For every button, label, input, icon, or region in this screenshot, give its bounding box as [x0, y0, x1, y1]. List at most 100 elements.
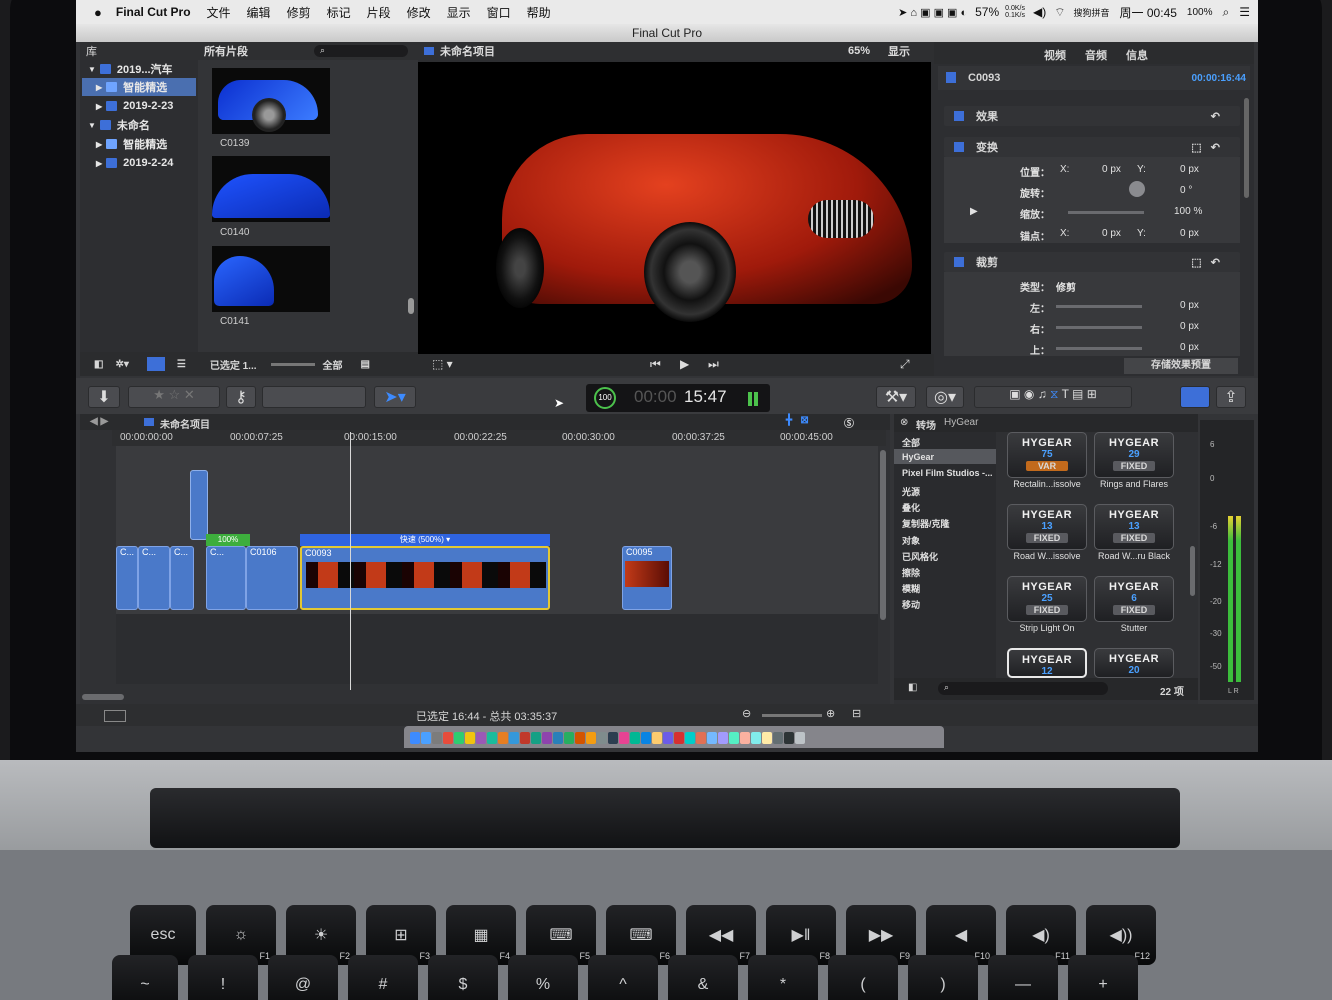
event-item[interactable]: ▶ 2019-2-23 — [96, 97, 173, 115]
tab-info[interactable]: 信息 — [1126, 47, 1148, 63]
app-icon[interactable] — [641, 732, 651, 744]
app-icon[interactable] — [542, 732, 552, 744]
app-icon[interactable] — [487, 732, 497, 744]
edit-buttons[interactable] — [262, 386, 366, 408]
thumb-size-slider[interactable] — [270, 362, 315, 366]
crop-group[interactable]: 裁剪 ⬚ ↶ — [944, 252, 1240, 272]
crop-left-slider[interactable] — [1056, 305, 1142, 308]
key-7[interactable]: & — [668, 955, 738, 1000]
wifi-icon[interactable]: ⌔ — [1054, 5, 1065, 20]
app-icon[interactable] — [465, 732, 475, 744]
viewer-canvas[interactable] — [418, 62, 931, 354]
battery-percent[interactable]: 57% — [975, 5, 999, 19]
share-button[interactable]: ⇪ — [1216, 386, 1246, 408]
transform-onscreen-icon[interactable]: ⬚ ↶ — [1191, 141, 1220, 154]
finder-icon[interactable] — [410, 732, 420, 744]
app-icon[interactable] — [773, 732, 783, 744]
category-blurs[interactable]: 模糊 — [902, 582, 920, 595]
clock[interactable]: 周一 00:45 — [1120, 4, 1177, 21]
trash-icon[interactable] — [795, 732, 805, 744]
category-hygear[interactable]: HyGear — [902, 452, 934, 462]
play-button[interactable]: ▶ — [680, 357, 689, 371]
key-9[interactable]: ( — [828, 955, 898, 1000]
effects-group[interactable]: 效果 ↶ — [944, 106, 1240, 126]
category-wipes[interactable]: 擦除 — [902, 566, 920, 579]
rotation-field[interactable]: 0 ° — [1180, 185, 1192, 196]
timeline-scrollbar[interactable] — [82, 694, 124, 700]
speed-bar[interactable]: 快速 (500%) ▾ — [300, 534, 550, 546]
app-icon[interactable] — [619, 732, 629, 744]
crop-type-dropdown[interactable]: 修剪 — [1056, 279, 1076, 294]
filter-all-dropdown[interactable]: 全部 — [323, 357, 343, 372]
scale-slider[interactable] — [1068, 211, 1144, 214]
filmstrip-view-button[interactable] — [146, 357, 165, 371]
app-icon[interactable] — [575, 732, 585, 744]
select-tool-button[interactable]: ➤▾ — [374, 386, 416, 408]
position-y-field[interactable]: 0 px — [1180, 164, 1199, 175]
viewer-crop-menu[interactable]: ⬚ ▾ — [432, 357, 453, 371]
app-icon[interactable] — [674, 732, 684, 744]
app-menu[interactable]: Final Cut Pro — [116, 5, 191, 19]
app-icon[interactable] — [597, 732, 607, 744]
key-2[interactable]: @ — [268, 955, 338, 1000]
menu-help[interactable]: 帮助 — [527, 4, 551, 21]
clip-thumbnail[interactable] — [212, 246, 330, 312]
scale-disclosure-icon[interactable]: ▶ — [970, 206, 978, 217]
browser-scrollbar[interactable] — [408, 298, 414, 314]
app-icon[interactable] — [476, 732, 486, 744]
app-icon[interactable] — [696, 732, 706, 744]
clip-thumbnail[interactable] — [212, 156, 330, 222]
timeline-clip[interactable]: C0095 — [622, 546, 672, 610]
clip-filter-dropdown[interactable]: 所有片段 — [204, 43, 314, 59]
transition-tile[interactable]: HYGEAR 13 FIXED — [1094, 504, 1174, 550]
tab-video[interactable]: 视频 — [1044, 47, 1066, 63]
timeline-zoom-slider[interactable] — [762, 714, 822, 717]
key-1[interactable]: ! — [188, 955, 258, 1000]
app-icon[interactable] — [751, 732, 761, 744]
rotation-knob[interactable] — [1129, 181, 1145, 197]
category-movements[interactable]: 移动 — [902, 598, 920, 611]
playhead[interactable] — [350, 432, 351, 690]
event-item[interactable]: ▶ 2019-2-24 — [96, 154, 173, 172]
crop-top-slider[interactable] — [1056, 347, 1142, 350]
keyword-button[interactable]: ⚷ — [226, 386, 256, 408]
transition-tile-selected[interactable]: HYGEAR 12 — [1007, 648, 1087, 678]
app-icon[interactable] — [762, 732, 772, 744]
app-icon[interactable] — [729, 732, 739, 744]
media-browser-buttons[interactable]: ▣ ◉ ♫ ⧖ T ▤ ⊞ — [974, 386, 1132, 408]
transition-tile[interactable]: HYGEAR 25 FIXED — [1007, 576, 1087, 622]
audio-track[interactable] — [116, 614, 878, 684]
app-icon[interactable] — [498, 732, 508, 744]
import-button[interactable]: ⬇ — [88, 386, 120, 408]
transition-tile[interactable]: HYGEAR 75 VAR — [1007, 432, 1087, 478]
sidebar-toggle-icon[interactable]: ◧ — [908, 682, 917, 693]
menu-clip[interactable]: 片段 — [367, 4, 391, 21]
solo-icon[interactable]: Ⓢ — [844, 415, 854, 430]
app-icon[interactable] — [531, 732, 541, 744]
transition-tile[interactable]: HYGEAR 13 FIXED — [1007, 504, 1087, 550]
spotlight-icon[interactable]: ⌕ — [1223, 5, 1230, 20]
category-lights[interactable]: 光源 — [902, 485, 920, 498]
transition-tile[interactable]: HYGEAR 20 — [1094, 648, 1174, 678]
zoom-out-icon[interactable]: ⊖ — [742, 707, 751, 720]
key-3[interactable]: # — [348, 955, 418, 1000]
timeline-clip[interactable]: C... — [138, 546, 170, 610]
inspector-scrollbar[interactable] — [1244, 98, 1249, 198]
app-icon[interactable] — [663, 732, 673, 744]
timeline-clip[interactable]: C... — [206, 546, 246, 610]
menu-trim[interactable]: 修剪 — [287, 4, 311, 21]
app-icon[interactable] — [718, 732, 728, 744]
transition-search-input[interactable]: ⌕ — [938, 682, 1108, 695]
menu-mark[interactable]: 标记 — [327, 4, 351, 21]
app-icon[interactable] — [707, 732, 717, 744]
transition-tile[interactable]: HYGEAR 29 FIXED — [1094, 432, 1174, 478]
viewer-zoom[interactable]: 65% — [848, 45, 870, 57]
category-replicator[interactable]: 复制器/克隆 — [902, 517, 950, 530]
app-icon[interactable] — [432, 732, 442, 744]
app-icon[interactable] — [421, 732, 431, 744]
key-6[interactable]: ^ — [588, 955, 658, 1000]
library-item[interactable]: ▼ 2019...汽车 — [88, 60, 173, 78]
key-plus[interactable]: + — [1068, 955, 1138, 1000]
menu-modify[interactable]: 修改 — [407, 4, 431, 21]
event-item-selected[interactable]: ▶ 智能精选 — [82, 78, 196, 96]
